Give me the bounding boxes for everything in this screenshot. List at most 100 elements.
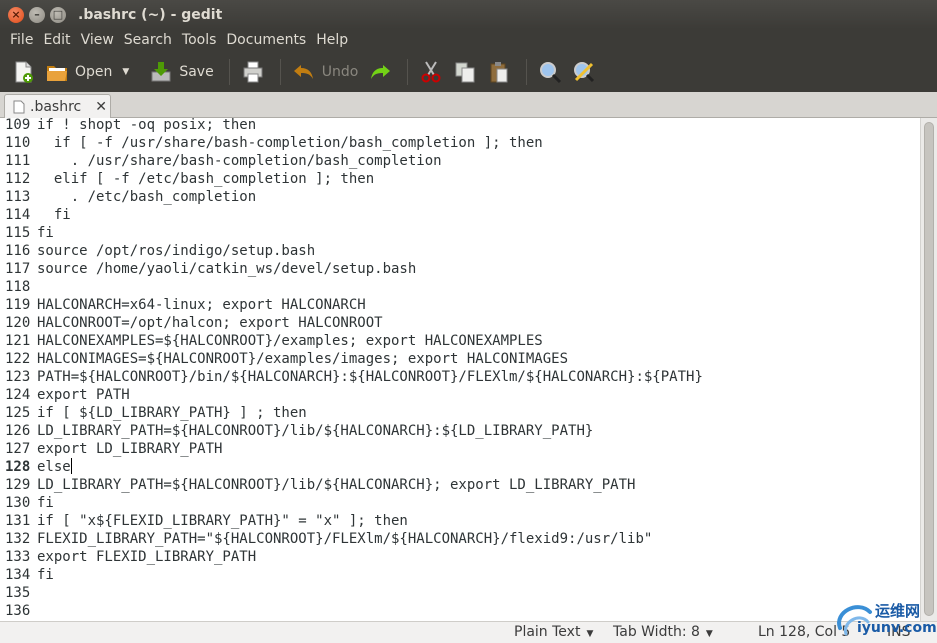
line-number: 124: [5, 387, 31, 403]
code-line[interactable]: 123 PATH=${HALCONROOT}/bin/${HALCONARCH}:…: [0, 368, 920, 386]
line-number: 120: [5, 315, 31, 331]
line-text[interactable]: . /usr/share/bash-completion/bash_comple…: [37, 152, 442, 170]
line-text[interactable]: PATH=${HALCONROOT}/bin/${HALCONARCH}:${H…: [37, 368, 703, 386]
code-line[interactable]: 124 export PATH: [0, 386, 920, 404]
new-document-icon: [15, 61, 33, 83]
code-line[interactable]: 111 . /usr/share/bash-completion/bash_co…: [0, 152, 920, 170]
code-line[interactable]: 115 fi: [0, 224, 920, 242]
paste-button[interactable]: [484, 55, 514, 89]
code-line[interactable]: 128 else: [0, 458, 920, 476]
open-button[interactable]: Open ▼: [42, 55, 132, 89]
menu-view[interactable]: View: [76, 29, 119, 51]
menu-edit[interactable]: Edit: [38, 29, 75, 51]
line-text[interactable]: . /etc/bash_completion: [37, 188, 256, 206]
cut-button[interactable]: [416, 55, 446, 89]
maximize-window-button[interactable]: □: [50, 6, 66, 23]
undo-label: Undo: [321, 63, 359, 80]
menu-file[interactable]: File: [5, 29, 38, 51]
code-line[interactable]: 116 source /opt/ros/indigo/setup.bash: [0, 242, 920, 260]
close-tab-icon[interactable]: ✕: [95, 99, 107, 115]
redo-icon: [371, 64, 391, 79]
menu-search[interactable]: Search: [119, 29, 177, 51]
line-text[interactable]: fi: [37, 206, 71, 224]
text-editor[interactable]: 109 if ! shopt -oq posix; then 110 if [ -f…: [0, 118, 937, 621]
code-line[interactable]: 127 export LD_LIBRARY_PATH: [0, 440, 920, 458]
code-line[interactable]: 113 . /etc/bash_completion: [0, 188, 920, 206]
copy-icon: [455, 62, 475, 82]
open-dropdown-arrow-icon[interactable]: ▼: [122, 67, 129, 77]
line-text[interactable]: HALCONEXAMPLES=${HALCONROOT}/examples; e…: [37, 332, 543, 350]
line-text[interactable]: else: [37, 458, 71, 476]
line-text[interactable]: HALCONROOT=/opt/halcon; export HALCONROO…: [37, 314, 383, 332]
line-text[interactable]: export FLEXID_LIBRARY_PATH: [37, 548, 256, 566]
language-selector[interactable]: Plain Text ▼: [514, 622, 593, 643]
toolbar-separator: [279, 58, 281, 85]
tab-bashrc[interactable]: .bashrc ✕: [4, 94, 111, 119]
line-number: 133: [5, 549, 31, 565]
code-line[interactable]: 126 LD_LIBRARY_PATH=${HALCONROOT}/lib/${H…: [0, 422, 920, 440]
cursor-position: Ln 128, Col 5: [758, 624, 851, 640]
paste-icon: [490, 61, 508, 82]
line-text[interactable]: fi: [37, 494, 54, 512]
code-line[interactable]: 125 if [ ${LD_LIBRARY_PATH} ] ; then: [0, 404, 920, 422]
toolbar-separator: [407, 58, 409, 85]
new-document-button[interactable]: [8, 55, 38, 89]
line-text[interactable]: source /opt/ros/indigo/setup.bash: [37, 242, 315, 260]
line-text[interactable]: HALCONARCH=x64-linux; export HALCONARCH: [37, 296, 366, 314]
line-text[interactable]: if [ -f /usr/share/bash-completion/bash_…: [37, 134, 543, 152]
close-window-button[interactable]: ×: [8, 6, 24, 23]
line-text[interactable]: HALCONIMAGES=${HALCONROOT}/examples/imag…: [37, 350, 568, 368]
redo-button[interactable]: [365, 55, 395, 89]
line-text[interactable]: source /home/yaoli/catkin_ws/devel/setup…: [37, 260, 416, 278]
code-line[interactable]: 136: [0, 602, 920, 620]
code-line[interactable]: 109 if ! shopt -oq posix; then: [0, 118, 920, 134]
code-line[interactable]: 131 if [ "x${FLEXID_LIBRARY_PATH}" = "x" …: [0, 512, 920, 530]
code-line[interactable]: 133 export FLEXID_LIBRARY_PATH: [0, 548, 920, 566]
vertical-scrollbar[interactable]: [920, 118, 937, 621]
line-text[interactable]: if [ "x${FLEXID_LIBRARY_PATH}" = "x" ]; …: [37, 512, 408, 530]
code-line[interactable]: 117 source /home/yaoli/catkin_ws/devel/se…: [0, 260, 920, 278]
code-line[interactable]: 129 LD_LIBRARY_PATH=${HALCONROOT}/lib/${H…: [0, 476, 920, 494]
minimize-window-button[interactable]: –: [29, 6, 45, 23]
code-line[interactable]: 135: [0, 584, 920, 602]
copy-button[interactable]: [450, 55, 480, 89]
save-button[interactable]: Save: [146, 55, 216, 89]
document-tab-bar: .bashrc ✕: [0, 92, 937, 119]
tab-width-label: Tab Width: 8: [613, 624, 700, 640]
code-line[interactable]: 118: [0, 278, 920, 296]
menu-help[interactable]: Help: [311, 29, 353, 51]
scrollbar-thumb[interactable]: [924, 122, 934, 616]
line-text[interactable]: export LD_LIBRARY_PATH: [37, 440, 222, 458]
menu-documents[interactable]: Documents: [221, 29, 311, 51]
cut-icon: [421, 60, 441, 82]
line-text[interactable]: LD_LIBRARY_PATH=${HALCONROOT}/lib/${HALC…: [37, 422, 593, 440]
code-line[interactable]: 120 HALCONROOT=/opt/halcon; export HALCON…: [0, 314, 920, 332]
code-line[interactable]: 122 HALCONIMAGES=${HALCONROOT}/examples/i…: [0, 350, 920, 368]
code-line[interactable]: 114 fi: [0, 206, 920, 224]
code-line[interactable]: 121 HALCONEXAMPLES=${HALCONROOT}/examples…: [0, 332, 920, 350]
line-text[interactable]: if [ ${LD_LIBRARY_PATH} ] ; then: [37, 404, 307, 422]
line-text[interactable]: if ! shopt -oq posix; then: [37, 118, 256, 134]
code-line[interactable]: 110 if [ -f /usr/share/bash-completion/b…: [0, 134, 920, 152]
tab-width-selector[interactable]: Tab Width: 8 ▼: [613, 622, 713, 643]
language-label: Plain Text: [514, 624, 581, 640]
line-text[interactable]: fi: [37, 566, 54, 584]
open-label: Open: [75, 63, 113, 80]
menu-bar: File Edit View Search Tools Documents He…: [0, 29, 937, 51]
toolbar: Open ▼ Save Undo: [0, 51, 937, 92]
line-text[interactable]: export PATH: [37, 386, 130, 404]
line-text[interactable]: elif [ -f /etc/bash_completion ]; then: [37, 170, 374, 188]
code-line[interactable]: 132 FLEXID_LIBRARY_PATH="${HALCONROOT}/FL…: [0, 530, 920, 548]
line-text[interactable]: LD_LIBRARY_PATH=${HALCONROOT}/lib/${HALC…: [37, 476, 635, 494]
line-text[interactable]: FLEXID_LIBRARY_PATH="${HALCONROOT}/FLEXl…: [37, 530, 652, 548]
code-line[interactable]: 134 fi: [0, 566, 920, 584]
print-button[interactable]: [238, 55, 268, 89]
find-replace-button[interactable]: [569, 55, 599, 89]
code-line[interactable]: 130 fi: [0, 494, 920, 512]
code-line[interactable]: 119 HALCONARCH=x64-linux; export HALCONAR…: [0, 296, 920, 314]
line-text[interactable]: fi: [37, 224, 54, 242]
find-button[interactable]: [535, 55, 565, 89]
undo-button[interactable]: Undo: [289, 55, 362, 89]
menu-tools[interactable]: Tools: [177, 29, 222, 51]
code-line[interactable]: 112 elif [ -f /etc/bash_completion ]; th…: [0, 170, 920, 188]
